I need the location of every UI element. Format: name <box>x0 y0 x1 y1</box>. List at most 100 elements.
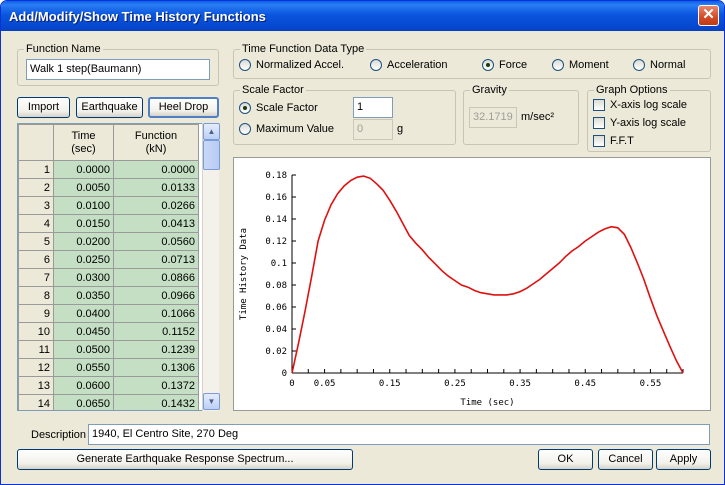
series-line <box>291 175 684 374</box>
description-input[interactable]: 1940, El Centro Site, 270 Deg <box>88 424 710 445</box>
gravity-input[interactable]: 32.1719 <box>469 107 517 128</box>
function-column-header[interactable]: Function (kN) <box>113 124 199 161</box>
table-row[interactable]: 8 0.0350 0.0966 <box>18 286 199 305</box>
radio-moment[interactable]: Moment <box>552 59 609 73</box>
maximum-value-unit: g <box>397 123 404 135</box>
function-cell[interactable]: 0.0413 <box>113 214 199 233</box>
x-tick-label: 0.15 <box>379 379 401 389</box>
scale-factor-input[interactable]: 1 <box>353 97 393 118</box>
time-cell[interactable]: 0.0200 <box>53 232 114 251</box>
function-cell[interactable]: 0.0560 <box>113 232 199 251</box>
row-number-cell: 1 <box>18 160 54 179</box>
ok-button[interactable]: OK <box>538 449 593 470</box>
generate-spectrum-button[interactable]: Generate Earthquake Response Spectrum... <box>17 449 353 470</box>
function-data-table[interactable]: Time (sec) Function (kN) 1 0.0000 0.0000 2 0.0… <box>17 123 218 411</box>
radio-scale-factor[interactable]: Scale Factor <box>239 102 318 116</box>
radio-indicator-selected <box>239 102 251 115</box>
row-number-cell: 11 <box>18 340 54 359</box>
radio-acceleration[interactable]: Acceleration <box>370 59 448 73</box>
radio-maximum-value[interactable]: Maximum Value <box>239 123 334 137</box>
time-cell[interactable]: 0.0250 <box>53 250 114 269</box>
earthquake-button[interactable]: Earthquake <box>76 97 143 118</box>
function-cell[interactable]: 0.0000 <box>113 160 199 179</box>
radio-normal[interactable]: Normal <box>633 59 685 73</box>
table-row[interactable]: 1 0.0000 0.0000 <box>18 160 199 179</box>
time-cell[interactable]: 0.0450 <box>53 322 114 341</box>
function-name-label: Function Name <box>24 43 103 55</box>
function-cell[interactable]: 0.0713 <box>113 250 199 269</box>
radio-indicator <box>633 59 645 72</box>
data-type-label: Time Function Data Type <box>240 43 367 55</box>
table-row[interactable]: 2 0.0050 0.0133 <box>18 178 199 197</box>
radio-force[interactable]: Force <box>482 59 527 73</box>
table-row[interactable]: 7 0.0300 0.0866 <box>18 268 199 287</box>
time-column-header[interactable]: Time (sec) <box>53 124 114 161</box>
scroll-thumb[interactable] <box>203 140 220 170</box>
time-cell[interactable]: 0.0100 <box>53 196 114 215</box>
time-cell[interactable]: 0.0000 <box>53 160 114 179</box>
radio-indicator <box>239 123 251 136</box>
window-title: Add/Modify/Show Time History Functions <box>9 9 266 24</box>
maximum-value-input[interactable]: 0 <box>353 119 393 140</box>
function-cell[interactable]: 0.1066 <box>113 304 199 323</box>
radio-normalized-accel[interactable]: Normalized Accel. <box>239 59 344 73</box>
scroll-up-button[interactable]: ▲ <box>203 123 220 140</box>
checkbox-fft[interactable]: F.F.T <box>593 135 634 148</box>
apply-button[interactable]: Apply <box>656 449 711 470</box>
function-cell[interactable]: 0.1372 <box>113 376 199 395</box>
time-cell[interactable]: 0.0300 <box>53 268 114 287</box>
function-cell[interactable]: 0.0866 <box>113 268 199 287</box>
time-history-chart: 0 0.02 0.04 0.06 0.08 0.1 0.12 0.14 0.16 0.18 0 0.0… <box>233 157 711 411</box>
row-number-cell: 13 <box>18 376 54 395</box>
table-scrollbar[interactable]: ▲ ▼ <box>202 123 220 411</box>
data-table: Time (sec) Function (kN) 1 0.0000 0.0000 2 0.0… <box>18 124 199 410</box>
function-cell[interactable]: 0.0966 <box>113 286 199 305</box>
x-tick-label: 0.25 <box>444 379 466 389</box>
time-cell[interactable]: 0.0500 <box>53 340 114 359</box>
y-tick-label: 0.18 <box>265 171 287 181</box>
x-axis-label: Time (sec) <box>460 398 514 408</box>
function-cell[interactable]: 0.0133 <box>113 178 199 197</box>
checkbox-x-axis-log[interactable]: X-axis log scale <box>593 99 687 112</box>
table-row[interactable]: 5 0.0200 0.0560 <box>18 232 199 251</box>
time-cell[interactable]: 0.0050 <box>53 178 114 197</box>
y-tick-label: 0.04 <box>265 325 287 335</box>
time-cell[interactable]: 0.0650 <box>53 394 114 410</box>
checkbox-indicator <box>593 117 605 130</box>
function-cell[interactable]: 0.1239 <box>113 340 199 359</box>
title-bar[interactable]: Add/Modify/Show Time History Functions ✕ <box>1 1 724 31</box>
table-row[interactable]: 14 0.0650 0.1432 <box>18 394 199 410</box>
row-number-cell: 6 <box>18 250 54 269</box>
cancel-button[interactable]: Cancel <box>598 449 653 470</box>
y-tick-label: 0.02 <box>265 347 287 357</box>
table-row[interactable]: 3 0.0100 0.0266 <box>18 196 199 215</box>
function-cell[interactable]: 0.1306 <box>113 358 199 377</box>
time-cell[interactable]: 0.0400 <box>53 304 114 323</box>
time-cell[interactable]: 0.0150 <box>53 214 114 233</box>
function-cell[interactable]: 0.1432 <box>113 394 199 410</box>
checkbox-y-axis-log[interactable]: Y-axis log scale <box>593 117 686 130</box>
table-row[interactable]: 12 0.0550 0.1306 <box>18 358 199 377</box>
time-cell[interactable]: 0.0600 <box>53 376 114 395</box>
checkbox-indicator <box>593 135 605 148</box>
table-row[interactable]: 6 0.0250 0.0713 <box>18 250 199 269</box>
close-button[interactable]: ✕ <box>698 5 719 26</box>
table-row[interactable]: 13 0.0600 0.1372 <box>18 376 199 395</box>
y-tick-label: 0 <box>282 369 287 379</box>
table-row[interactable]: 4 0.0150 0.0413 <box>18 214 199 233</box>
y-tick-label: 0.12 <box>265 237 287 247</box>
table-row[interactable]: 9 0.0400 0.1066 <box>18 304 199 323</box>
table-row[interactable]: 11 0.0500 0.1239 <box>18 340 199 359</box>
row-number-cell: 12 <box>18 358 54 377</box>
x-tick-label: 0 <box>289 379 294 389</box>
function-cell[interactable]: 0.0266 <box>113 196 199 215</box>
function-cell[interactable]: 0.1152 <box>113 322 199 341</box>
table-row[interactable]: 10 0.0450 0.1152 <box>18 322 199 341</box>
time-cell[interactable]: 0.0350 <box>53 286 114 305</box>
scroll-down-button[interactable]: ▼ <box>203 393 220 410</box>
radio-indicator <box>239 59 251 72</box>
heel-drop-button[interactable]: Heel Drop <box>148 97 219 118</box>
time-cell[interactable]: 0.0550 <box>53 358 114 377</box>
function-name-input[interactable]: Walk 1 step(Baumann) <box>26 59 210 80</box>
import-button[interactable]: Import <box>17 97 70 118</box>
